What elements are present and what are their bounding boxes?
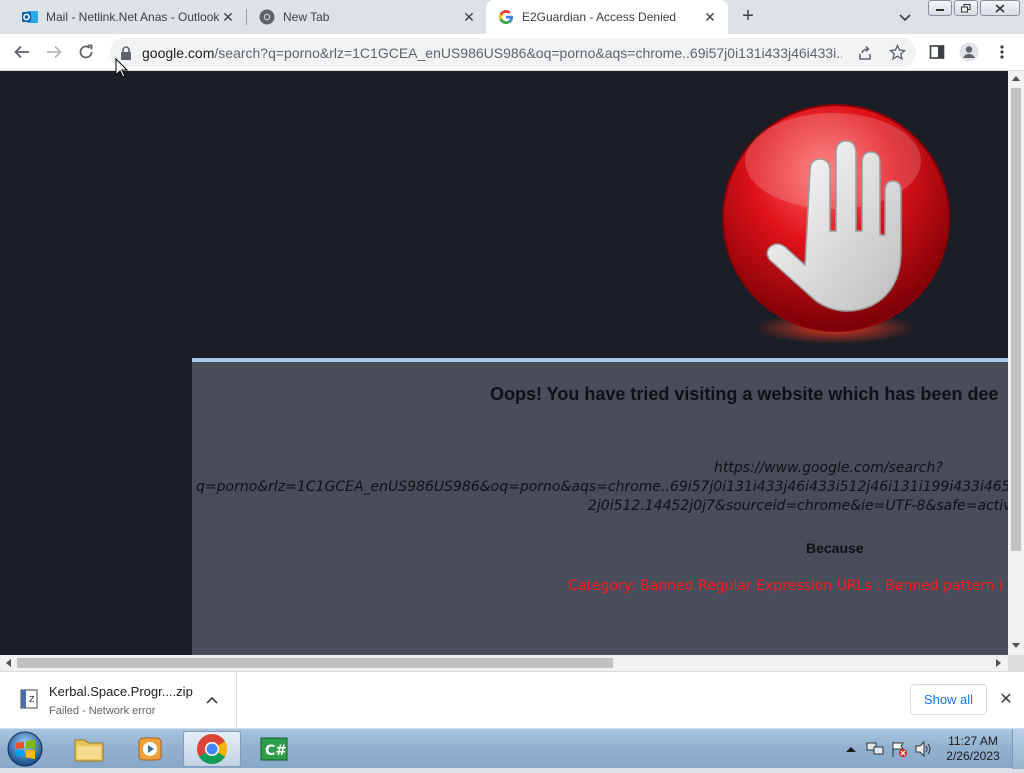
address-url[interactable]: google.com/search?q=porno&rlz=1C1GCEA_en… bbox=[142, 45, 842, 61]
mouse-cursor-icon bbox=[115, 58, 128, 78]
start-button[interactable] bbox=[6, 730, 46, 768]
blocked-url-line: q=porno&rlz=1C1GCEA_enUS986US986&oq=porn… bbox=[196, 479, 1008, 495]
blocked-url-line: https://www.google.com/search? bbox=[714, 460, 943, 476]
network-icon[interactable] bbox=[866, 741, 884, 757]
access-denied-panel: Oops! You have tried visiting a website … bbox=[192, 358, 1008, 655]
downloads-bar: Z Kerbal.Space.Progr....zip Failed - Net… bbox=[0, 671, 1024, 728]
profile-button[interactable] bbox=[959, 42, 979, 62]
browser-toolbar: google.com/search?q=porno&rlz=1C1GCEA_en… bbox=[0, 34, 1024, 71]
csharp-icon: C# bbox=[260, 737, 288, 761]
reload-button[interactable] bbox=[76, 42, 96, 62]
google-icon bbox=[499, 10, 513, 24]
page-title: Oops! You have tried visiting a website … bbox=[490, 384, 999, 404]
close-window-button[interactable] bbox=[980, 0, 1020, 16]
chevron-up-icon[interactable] bbox=[206, 696, 218, 704]
taskbar-media-player[interactable] bbox=[121, 731, 179, 767]
tab-title: Mail - Netlink.Net Anas - Outlook bbox=[46, 10, 220, 24]
back-button[interactable] bbox=[12, 42, 32, 62]
minimize-button[interactable] bbox=[928, 0, 952, 16]
download-status: Failed - Network error bbox=[49, 705, 156, 717]
tab-e2guardian[interactable]: E2Guardian - Access Denied ✕ bbox=[486, 0, 728, 34]
vertical-scrollbar[interactable] bbox=[1008, 71, 1024, 655]
folder-icon bbox=[74, 739, 104, 762]
scroll-left-arrow-icon[interactable] bbox=[5, 659, 11, 667]
volume-icon[interactable] bbox=[914, 741, 932, 757]
zip-file-icon: Z bbox=[20, 689, 38, 709]
download-item[interactable]: Z Kerbal.Space.Progr....zip Failed - Net… bbox=[0, 672, 237, 728]
tab-title: New Tab bbox=[283, 10, 330, 24]
address-bar[interactable]: google.com/search?q=porno&rlz=1C1GCEA_en… bbox=[110, 38, 916, 67]
taskbar-chrome[interactable] bbox=[183, 731, 241, 767]
taskbar-clock[interactable]: 11:27 AM 2/26/2023 bbox=[942, 734, 1004, 764]
new-tab-button[interactable]: + bbox=[738, 6, 758, 26]
tab-strip: Mail - Netlink.Net Anas - Outlook ✕ New … bbox=[0, 0, 1024, 34]
download-file-name: Kerbal.Space.Progr....zip bbox=[49, 684, 193, 699]
tab-title: E2Guardian - Access Denied bbox=[522, 10, 677, 24]
show-all-button[interactable]: Show all bbox=[910, 684, 987, 715]
side-panel-icon bbox=[929, 45, 945, 59]
windows-taskbar: C# 11:27 AM 2/26/2023 bbox=[0, 728, 1024, 769]
stop-hand-icon bbox=[722, 104, 950, 344]
chrome-icon bbox=[259, 9, 275, 25]
horizontal-scroll-thumb[interactable] bbox=[17, 658, 613, 668]
svg-text:C#: C# bbox=[265, 743, 287, 759]
tab-close-icon[interactable]: ✕ bbox=[220, 9, 236, 25]
action-center-flag-icon[interactable] bbox=[890, 740, 908, 758]
share-icon[interactable] bbox=[857, 45, 873, 61]
show-hidden-icons-icon[interactable] bbox=[846, 745, 856, 753]
taskbar-csharp-app[interactable]: C# bbox=[245, 731, 303, 767]
more-vertical-icon bbox=[1000, 45, 1004, 59]
restore-icon bbox=[961, 3, 971, 12]
svg-text:Z: Z bbox=[29, 695, 35, 704]
windows-start-orb-icon bbox=[7, 731, 43, 767]
url-path: /search?q=porno&rlz=1C1GCEA_enUS986US986… bbox=[214, 45, 842, 61]
bookmark-star-icon[interactable] bbox=[889, 44, 906, 61]
minimize-icon bbox=[936, 9, 944, 11]
restore-button[interactable] bbox=[954, 0, 978, 16]
tab-close-icon[interactable]: ✕ bbox=[702, 9, 718, 25]
back-arrow-icon bbox=[14, 45, 29, 59]
vertical-scroll-thumb[interactable] bbox=[1011, 88, 1021, 551]
reload-icon bbox=[79, 44, 93, 59]
scroll-up-arrow-icon[interactable] bbox=[1012, 75, 1020, 81]
clock-time: 11:27 AM bbox=[948, 734, 998, 748]
horizontal-scrollbar[interactable] bbox=[0, 655, 1008, 671]
show-desktop-button[interactable] bbox=[1012, 729, 1024, 769]
forward-button[interactable] bbox=[44, 42, 64, 62]
profile-avatar-icon bbox=[959, 42, 979, 62]
block-reason: Category: Banned Regular Expression URLs… bbox=[568, 578, 1003, 594]
tab-outlook-mail[interactable]: Mail - Netlink.Net Anas - Outlook ✕ bbox=[0, 0, 246, 34]
url-host: google.com bbox=[142, 45, 215, 61]
side-panel-button[interactable] bbox=[927, 42, 947, 62]
chrome-icon bbox=[197, 734, 228, 764]
forward-arrow-icon bbox=[47, 45, 62, 59]
tab-new-tab[interactable]: New Tab ✕ bbox=[237, 0, 487, 34]
scroll-right-arrow-icon[interactable] bbox=[996, 659, 1002, 667]
page-content[interactable]: Oops! You have tried visiting a website … bbox=[0, 71, 1008, 655]
menu-button[interactable] bbox=[992, 42, 1012, 62]
media-player-icon bbox=[138, 737, 162, 761]
window-controls bbox=[928, 0, 1022, 18]
clock-date: 2/26/2023 bbox=[946, 749, 1000, 763]
tab-close-icon[interactable]: ✕ bbox=[461, 9, 477, 25]
taskbar-explorer[interactable] bbox=[60, 731, 118, 767]
tab-search-chevron-icon[interactable] bbox=[897, 9, 913, 25]
because-label: Because bbox=[806, 540, 864, 556]
close-downloads-bar-icon[interactable]: ✕ bbox=[998, 692, 1014, 708]
outlook-icon bbox=[22, 11, 38, 23]
scroll-down-arrow-icon[interactable] bbox=[1012, 643, 1020, 649]
scrollbar-corner bbox=[1008, 655, 1024, 671]
blocked-url-line: 2j0i512.14452j0j7&sourceid=chrome&ie=UTF… bbox=[588, 498, 1008, 514]
close-icon bbox=[995, 3, 1005, 13]
